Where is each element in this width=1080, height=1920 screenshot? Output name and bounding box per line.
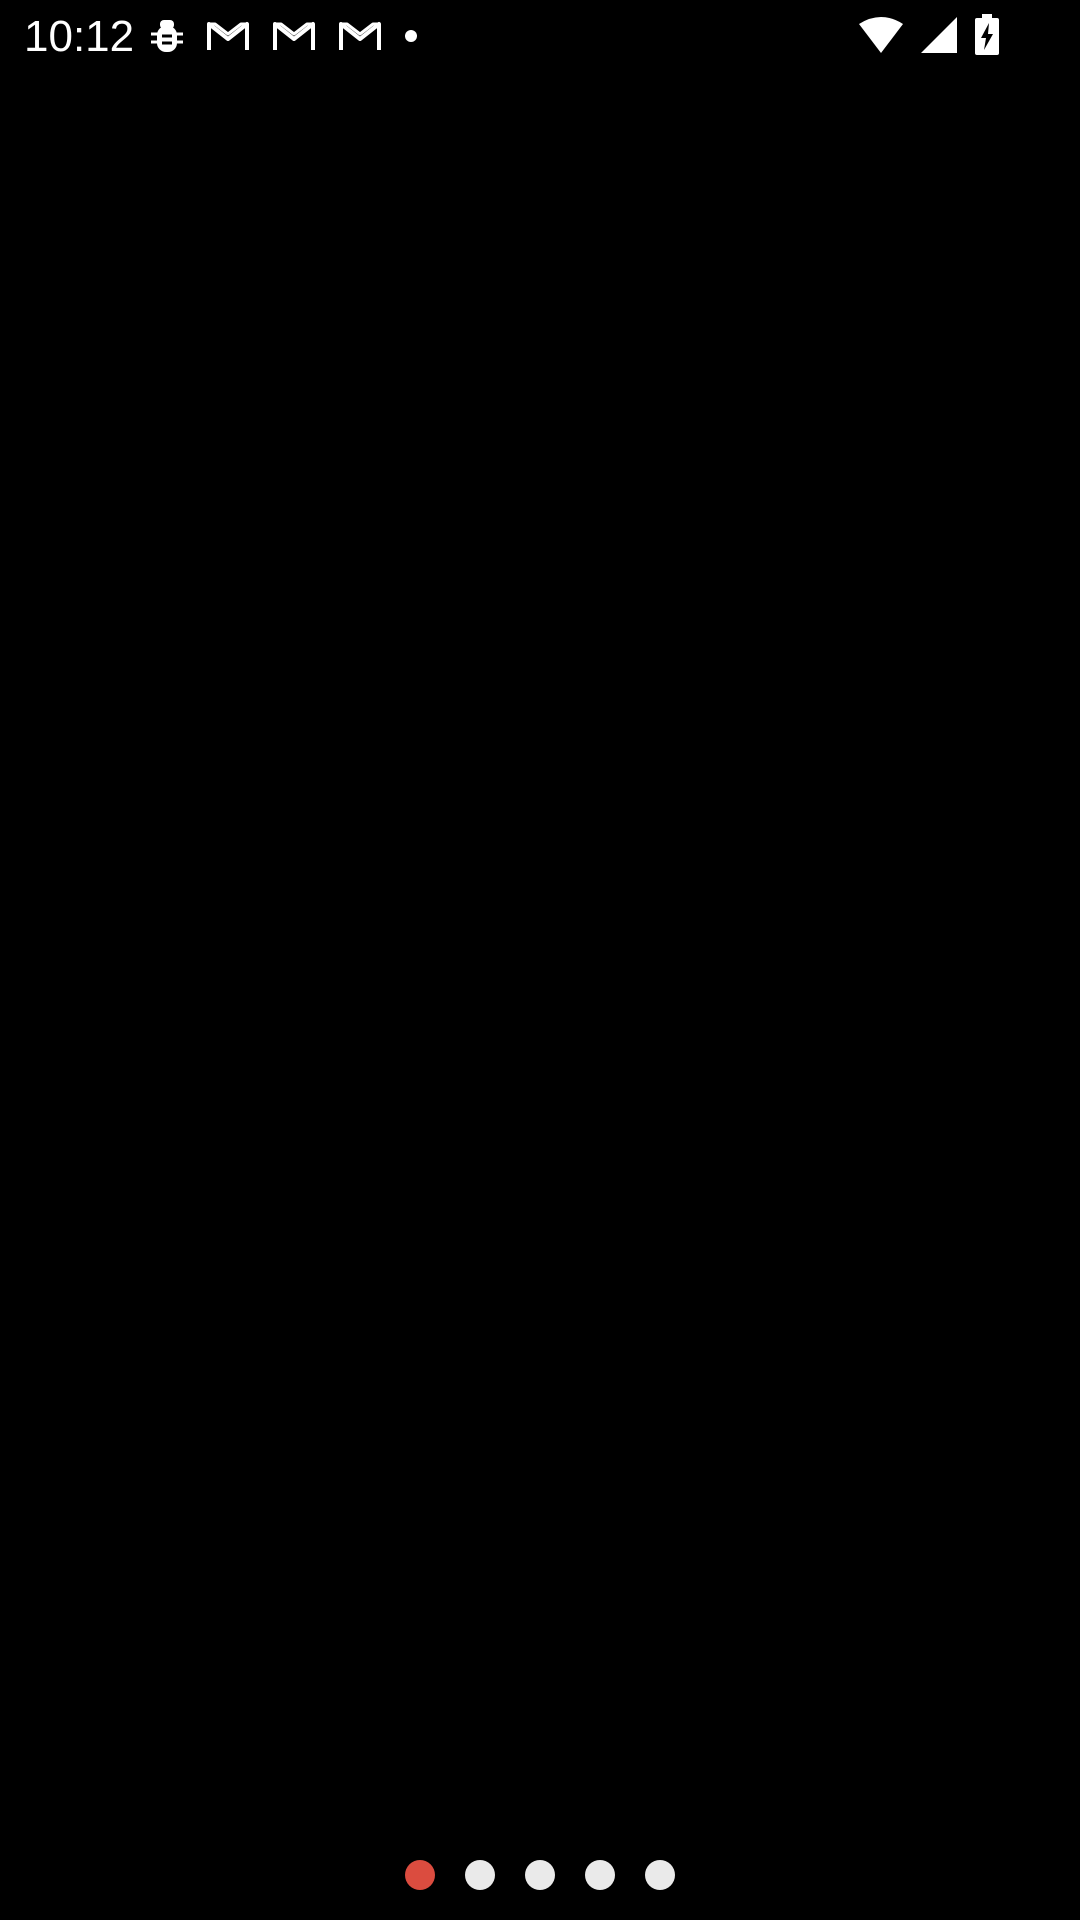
bug-icon: [150, 17, 184, 55]
wifi-icon: [858, 16, 904, 54]
page-dot-2[interactable]: [465, 1860, 495, 1890]
page-dot-4[interactable]: [585, 1860, 615, 1890]
status-time: 10:12: [24, 12, 135, 61]
page-dot-1[interactable]: [405, 1860, 435, 1890]
gmail-icon: [338, 19, 382, 53]
main-content: [0, 72, 1080, 1832]
notification-dot-icon: [404, 29, 418, 43]
page-dot-5[interactable]: [645, 1860, 675, 1890]
screen: 10:12: [0, 0, 1080, 1920]
page-dot-3[interactable]: [525, 1860, 555, 1890]
gmail-icon: [206, 19, 250, 53]
system-icons: [842, 12, 1000, 58]
status-bar: 10:12: [0, 0, 1080, 72]
gmail-icon: [272, 19, 316, 53]
page-indicator: [0, 1860, 1080, 1890]
cellular-signal-icon: [920, 16, 958, 54]
notification-icons: [150, 14, 440, 58]
battery-charging-icon: [974, 14, 1000, 56]
